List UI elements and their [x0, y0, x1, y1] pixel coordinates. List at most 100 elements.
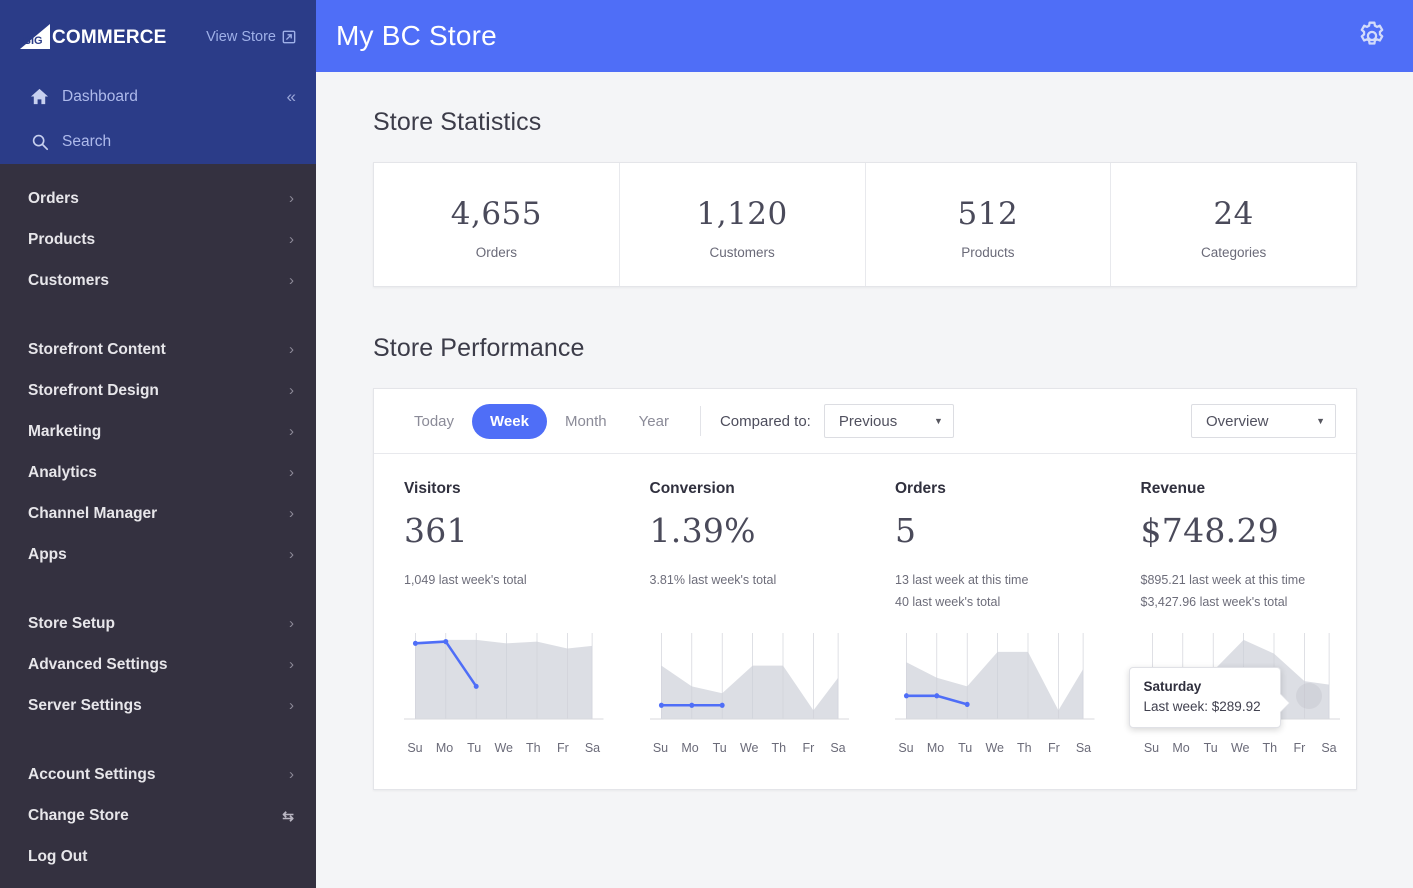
- sidebar-item-analytics[interactable]: Analytics ›: [0, 452, 316, 493]
- sidebar-item-server-settings-label: Server Settings: [28, 696, 142, 714]
- store-performance-panel: Today Week Month Year Compared to: Previ…: [373, 388, 1357, 791]
- sidebar-item-orders[interactable]: Orders ›: [0, 178, 316, 219]
- compared-to-label: Compared to:: [719, 412, 811, 430]
- metric-subs: 1,049 last week's total: [404, 570, 606, 610]
- sparkline-hover-point: [1295, 683, 1322, 710]
- stat-card-products[interactable]: 512 Products: [866, 163, 1112, 287]
- metric-sub: $895.21 last week at this time: [1140, 573, 1306, 588]
- tab-year[interactable]: Year: [625, 406, 683, 437]
- sidebar-item-marketing[interactable]: Marketing ›: [0, 411, 316, 452]
- metric-sub: $3,427.96 last week's total: [1140, 594, 1288, 609]
- sidebar-item-server-settings[interactable]: Server Settings ›: [0, 685, 316, 726]
- sidebar-item-analytics-label: Analytics: [28, 463, 97, 481]
- gear-icon: [1360, 21, 1384, 45]
- sidebar-item-log-out[interactable]: Log Out: [0, 836, 316, 877]
- sidebar-item-products[interactable]: Products ›: [0, 219, 316, 260]
- view-store-link[interactable]: View Store: [206, 29, 296, 45]
- day-label: Fr: [1293, 741, 1306, 756]
- sparkline-revenue[interactable]: Saturday Last week: $289.92 Su Mo Tu We …: [1111, 627, 1357, 755]
- sidebar-item-storefront-content[interactable]: Storefront Content ›: [0, 329, 316, 370]
- chevron-right-icon: ›: [289, 464, 294, 481]
- tab-today[interactable]: Today: [400, 406, 468, 437]
- metric-orders: Orders 5 13 last week at this time 40 la…: [865, 480, 1111, 613]
- settings-button[interactable]: [1355, 19, 1389, 53]
- metric-sub: 13 last week at this time: [895, 573, 1029, 588]
- day-label: Sa: [584, 741, 601, 756]
- day-label: Mo: [926, 741, 945, 756]
- chevron-right-icon: ›: [289, 546, 294, 563]
- metric-value: 361: [404, 511, 468, 551]
- sidebar-item-account-settings-label: Account Settings: [28, 765, 156, 783]
- sidebar-item-apps[interactable]: Apps ›: [0, 534, 316, 575]
- metric-value: $748.29: [1140, 511, 1280, 551]
- day-label: Tu: [467, 741, 482, 756]
- sidebar-item-dashboard-label: Dashboard: [62, 87, 138, 105]
- bigcommerce-logo[interactable]: BIG COMMERCE: [18, 24, 167, 50]
- chevron-right-icon: ›: [289, 505, 294, 522]
- day-label: We: [739, 741, 759, 756]
- metrics-row: Visitors 361 1,049 last week's total Con…: [374, 454, 1356, 613]
- main-area: My BC Store Store Statistics 4,655 Order…: [316, 0, 1413, 888]
- toolbar-divider: [699, 406, 701, 437]
- metric-title: Conversion: [649, 480, 735, 498]
- sidebar-item-storefront-design[interactable]: Storefront Design ›: [0, 370, 316, 411]
- sparkline-orders[interactable]: Su Mo Tu We Th Fr Sa: [865, 627, 1111, 755]
- metric-visitors: Visitors 361 1,049 last week's total: [374, 480, 620, 613]
- metric-sub: 1,049 last week's total: [404, 573, 527, 588]
- view-select-value: Overview: [1206, 412, 1269, 430]
- metric-title: Revenue: [1140, 480, 1206, 498]
- svg-text:BIG: BIG: [23, 35, 43, 47]
- metric-revenue: Revenue $748.29 $895.21 last week at thi…: [1111, 480, 1357, 613]
- sidebar-item-account-settings[interactable]: Account Settings ›: [0, 754, 316, 795]
- sidebar-item-storefront-content-label: Storefront Content: [28, 340, 166, 358]
- sidebar-item-channel-manager[interactable]: Channel Manager ›: [0, 493, 316, 534]
- compared-to-select[interactable]: Previous ▼: [823, 404, 954, 439]
- stat-card-customers[interactable]: 1,120 Customers: [620, 163, 866, 287]
- sidebar-item-products-label: Products: [28, 230, 96, 248]
- metric-subs: $895.21 last week at this time $3,427.96…: [1141, 570, 1343, 613]
- day-label: Su: [898, 741, 914, 756]
- sidebar-item-advanced-settings[interactable]: Advanced Settings ›: [0, 644, 316, 685]
- nav-divider-gap: [0, 575, 316, 603]
- day-label: Tu: [958, 741, 973, 756]
- view-select[interactable]: Overview ▼: [1191, 404, 1336, 439]
- tooltip-line: Last week: $289.92: [1143, 698, 1261, 714]
- external-link-icon: [282, 30, 296, 44]
- view-store-label: View Store: [206, 29, 276, 45]
- metric-value: 5: [895, 511, 917, 551]
- tooltip-title: Saturday: [1143, 679, 1202, 695]
- day-label: Fr: [556, 741, 569, 756]
- sidebar-item-search[interactable]: Search: [0, 119, 316, 164]
- stat-card-orders[interactable]: 4,655 Orders: [374, 163, 620, 287]
- metric-conversion: Conversion 1.39% 3.81% last week's total: [620, 480, 866, 613]
- stat-card-value: 1,120: [696, 196, 788, 232]
- tab-month[interactable]: Month: [551, 406, 621, 437]
- sparkline-visitors[interactable]: Su Mo Tu We Th Fr Sa: [374, 627, 620, 755]
- sidebar-group-storefront: Storefront Content › Storefront Design ›…: [0, 329, 316, 575]
- stat-card-categories[interactable]: 24 Categories: [1111, 163, 1356, 286]
- sidebar-group-account: Account Settings › Change Store ⇆ Log Ou…: [0, 754, 316, 877]
- bigcommerce-logo-icon: BIG: [20, 24, 50, 49]
- stat-card-label: Orders: [475, 245, 517, 261]
- tab-week[interactable]: Week: [472, 403, 547, 439]
- metric-subs: 3.81% last week's total: [650, 570, 852, 610]
- day-label: Sa: [1075, 741, 1092, 756]
- store-statistics-heading: Store Statistics: [373, 108, 542, 136]
- sparkline-day-labels: Su Mo Tu We Th Fr Sa: [404, 735, 604, 755]
- sidebar-item-dashboard[interactable]: Dashboard «: [0, 74, 316, 119]
- chevron-right-icon: ›: [289, 190, 294, 207]
- sidebar-item-customers[interactable]: Customers ›: [0, 260, 316, 301]
- day-label: Su: [652, 741, 669, 756]
- chevron-double-left-icon[interactable]: «: [287, 88, 296, 105]
- stat-card-value: 512: [957, 196, 1019, 232]
- sidebar-item-change-store[interactable]: Change Store ⇆: [0, 795, 316, 836]
- sidebar-item-advanced-settings-label: Advanced Settings: [28, 655, 168, 673]
- chevron-down-icon: ▼: [1316, 416, 1325, 427]
- nav-divider-gap: [0, 301, 316, 329]
- stat-card-label: Products: [961, 245, 1015, 261]
- sidebar-item-store-setup[interactable]: Store Setup ›: [0, 603, 316, 644]
- stat-card-value: 4,655: [450, 196, 542, 232]
- store-statistics-cards: 4,655 Orders 1,120 Customers 512 Product…: [373, 162, 1357, 288]
- sidebar-nav: Orders › Products › Customers › Storefro…: [0, 164, 316, 877]
- sparkline-conversion[interactable]: Su Mo Tu We Th Fr Sa: [620, 627, 866, 755]
